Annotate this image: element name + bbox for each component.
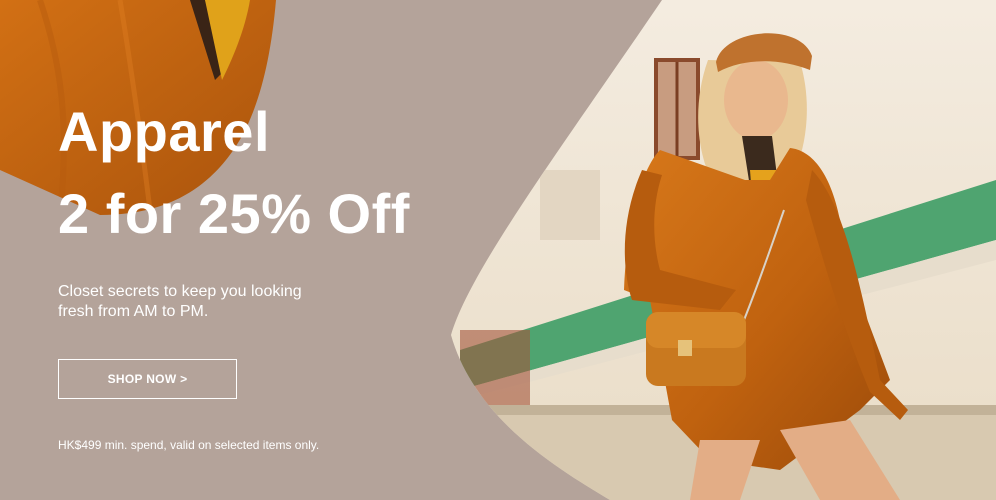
model-photo	[451, 0, 996, 500]
promo-description: Closet secrets to keep you looking fresh…	[58, 282, 378, 322]
headline-apparel: Apparel	[58, 100, 270, 163]
promo-banner[interactable]: Apparel 2 for 25% Off Closet secrets to …	[0, 0, 996, 500]
promo-description-line2: fresh from AM to PM.	[58, 303, 209, 320]
shop-now-button[interactable]: SHOP NOW >	[58, 359, 237, 399]
banner-background-art	[0, 0, 996, 500]
headline-offer: 2 for 25% Off	[58, 182, 410, 245]
terms-disclaimer: HK$499 min. spend, valid on selected ite…	[58, 438, 320, 452]
promo-description-line1: Closet secrets to keep you looking	[58, 283, 302, 300]
